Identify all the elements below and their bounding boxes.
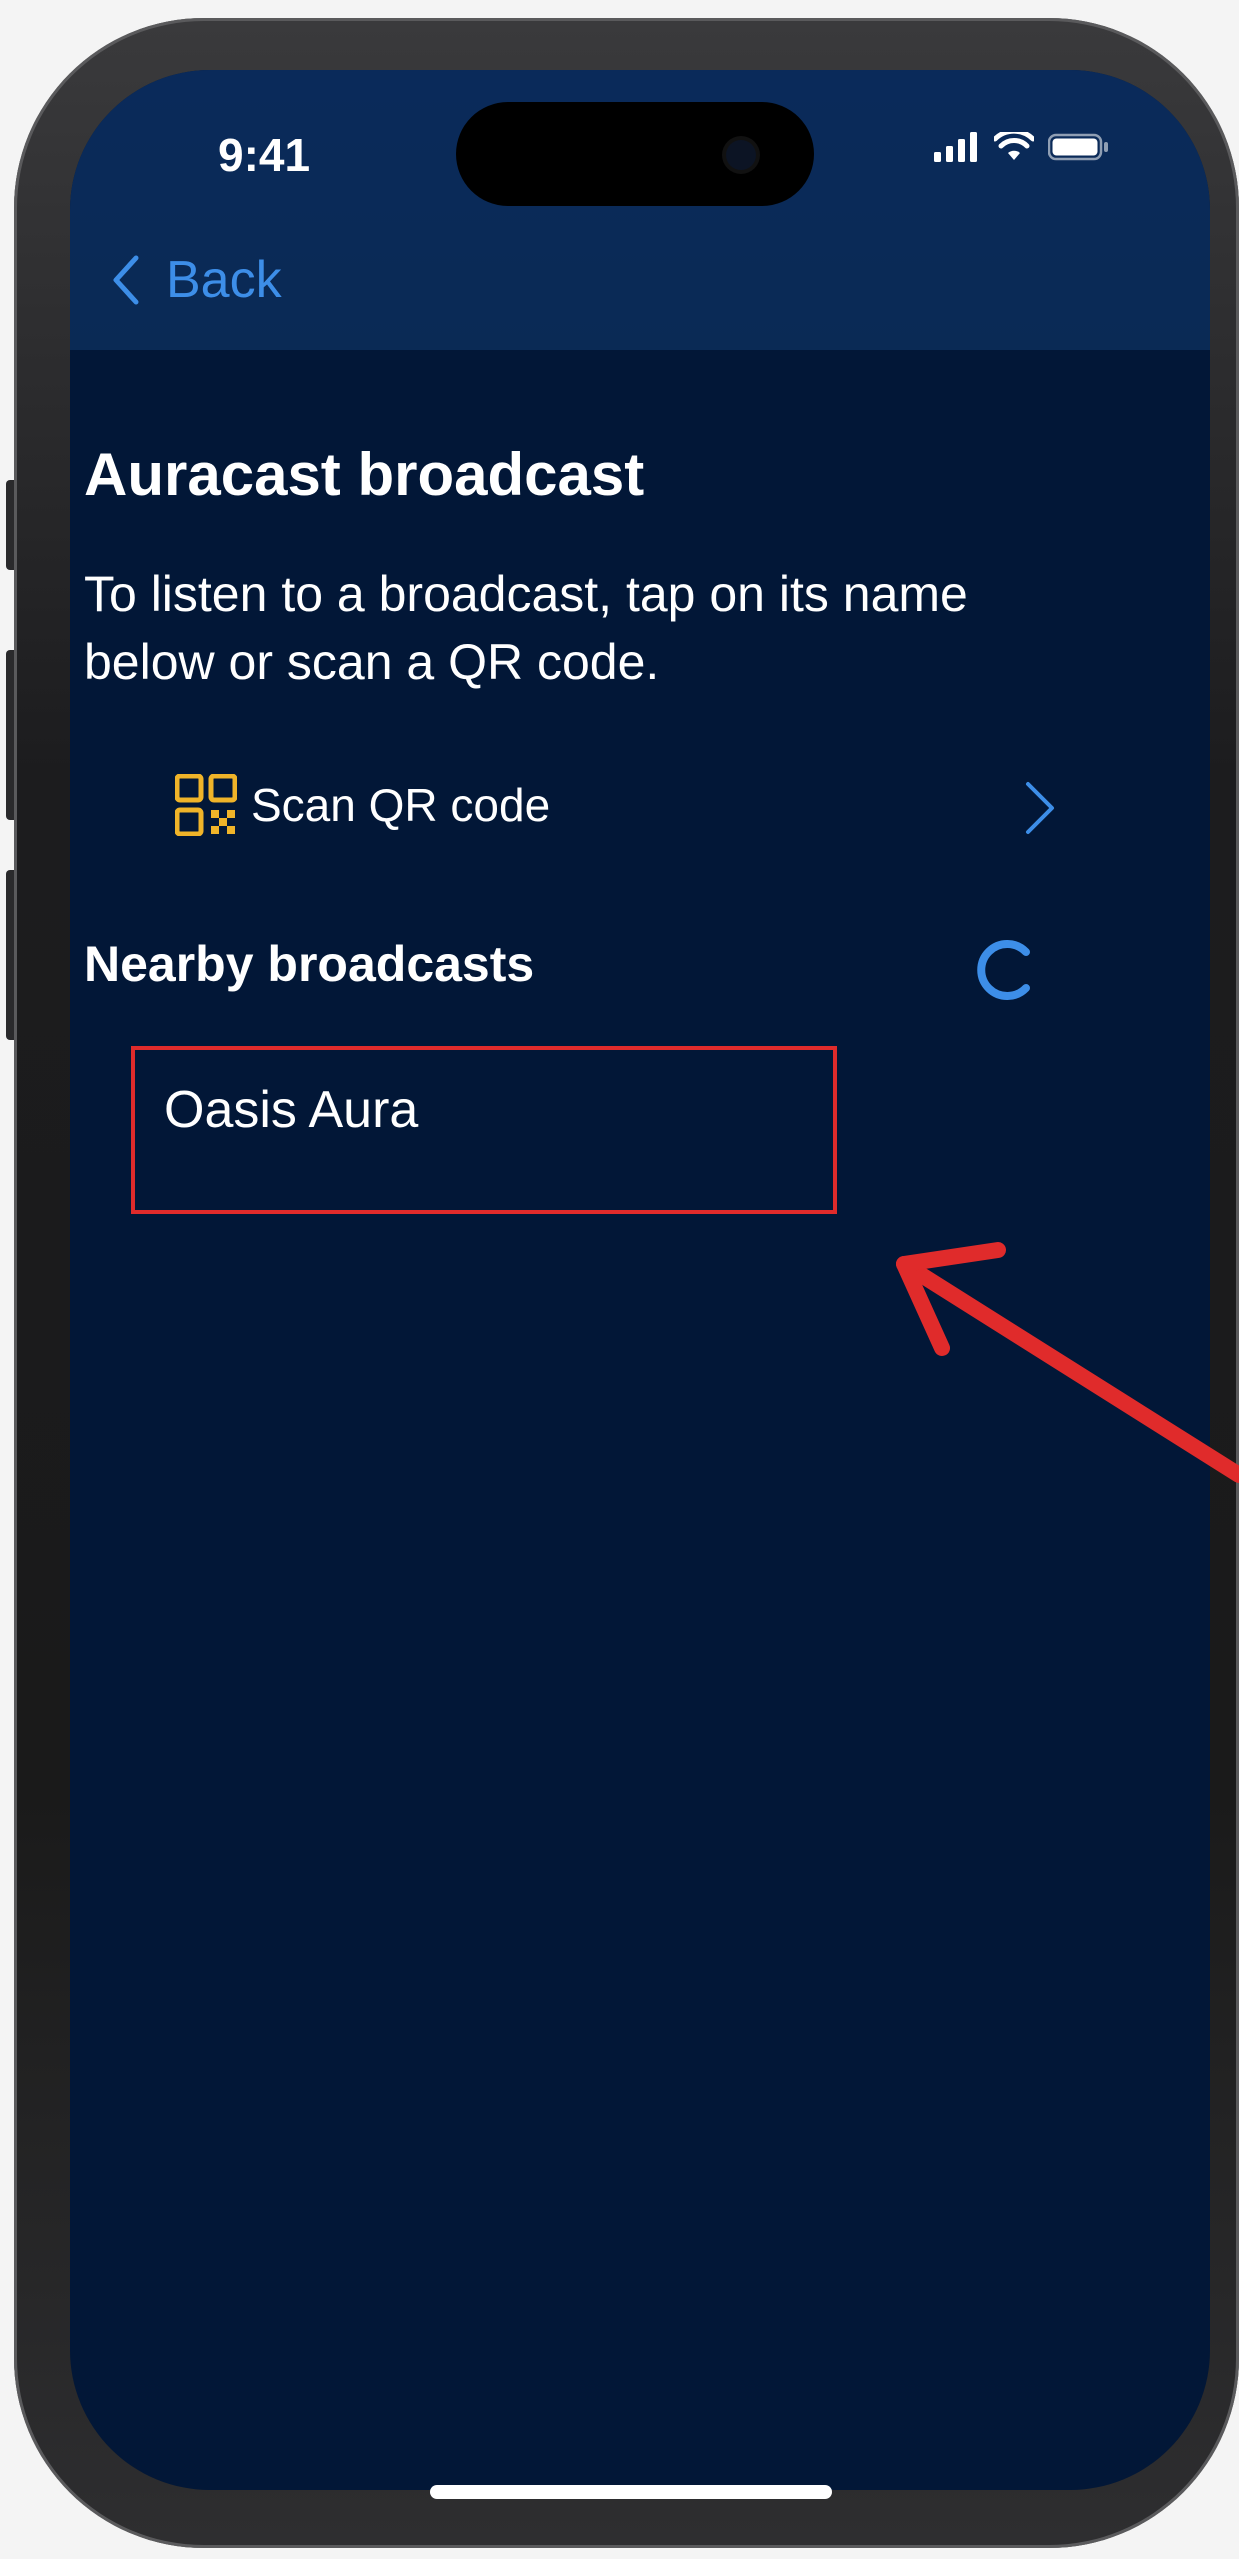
qr-code-icon (175, 774, 237, 836)
broadcast-item-oasis-aura[interactable]: Oasis Aura (150, 1050, 770, 1170)
broadcast-item-label: Oasis Aura (164, 1081, 419, 1139)
wifi-icon (994, 132, 1034, 160)
status-icons (934, 132, 1110, 162)
scan-qr-code-label: Scan QR code (251, 779, 551, 831)
page-description: To listen to a broadcast, tap on its nam… (84, 566, 968, 690)
page-title: Auracast broadcast (84, 441, 645, 508)
chevron-right-icon (1026, 782, 1054, 834)
battery-icon (1048, 133, 1108, 161)
status-time: 9:41 (218, 129, 311, 181)
back-label: Back (166, 251, 282, 309)
stage: 9:41 Back Auracast broadcast To listen t… (0, 0, 1239, 2559)
back-button[interactable]: Back (110, 240, 282, 320)
signal-icon (934, 132, 977, 162)
scan-qr-code-button[interactable]: Scan QR code (70, 740, 1090, 870)
home-indicator[interactable] (430, 2485, 832, 2499)
dynamic-island (456, 102, 814, 206)
loading-spinner-icon (977, 940, 1030, 1000)
chevron-left-icon (113, 255, 139, 305)
nearby-broadcasts-title: Nearby broadcasts (84, 936, 535, 992)
phone-screen: 9:41 Back (70, 70, 1210, 2490)
front-camera (726, 140, 756, 170)
